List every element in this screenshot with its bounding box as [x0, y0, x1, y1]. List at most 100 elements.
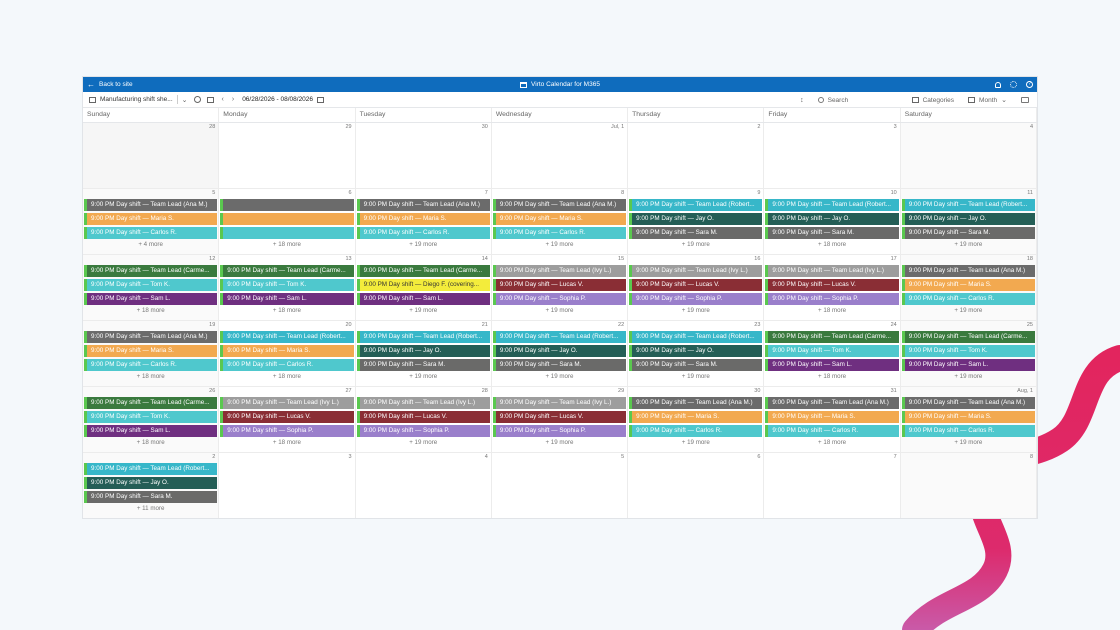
event-bar[interactable]: 9:00 PM Day shift — Carlos R.	[84, 359, 218, 371]
event-bar[interactable]: 9:00 PM Day shift — Carlos R.	[765, 425, 899, 437]
event-bar[interactable]: 9:00 PM Day shift — Jay O.	[84, 477, 218, 489]
event-bar[interactable]: 9:00 PM Day shift — Sam L.	[84, 425, 218, 437]
event-bar[interactable]: 9:00 PM Day shift — Sam L.	[220, 293, 354, 305]
more-events-link[interactable]: + 18 more	[764, 307, 899, 314]
event-bar[interactable]: 9:00 PM Day shift — Jay O.	[901, 213, 1035, 225]
day-cell[interactable]: 27 9:00 PM Day shift — Team Lead (Ivy L.)…	[219, 387, 356, 453]
event-bar[interactable]: 9:00 PM Day shift — Team Lead (Ivy L.)	[765, 265, 899, 277]
event-bar[interactable]: 9:00 PM Day shift — Lucas V.	[220, 411, 354, 423]
event-bar[interactable]: 9:00 PM Day shift — Jay O.	[629, 213, 763, 225]
event-bar[interactable]: 9:00 PM Day shift — Team Lead (Ana M.)	[765, 397, 899, 409]
more-events-link[interactable]: + 19 more	[628, 373, 763, 380]
more-events-link[interactable]: + 19 more	[356, 307, 491, 314]
day-cell[interactable]: 18 9:00 PM Day shift — Team Lead (Ana M.)…	[900, 255, 1037, 321]
event-bar[interactable]: 9:00 PM Day shift — Sam L.	[356, 293, 490, 305]
event-bar[interactable]: 9:00 PM Day shift — Lucas V.	[765, 279, 899, 291]
event-bar[interactable]: 9:00 PM Day shift — Carlos R.	[901, 425, 1035, 437]
event-bar[interactable]: 9:00 PM Day shift — Carlos R.	[84, 227, 218, 239]
event-bar[interactable]: 9:00 PM Day shift — Jay O.	[356, 345, 490, 357]
more-events-link[interactable]: + 11 more	[83, 505, 218, 512]
print-icon[interactable]	[1021, 97, 1029, 103]
event-bar[interactable]: 9:00 PM Day shift — Diego F. (covering..…	[356, 279, 490, 291]
day-cell[interactable]: 2 9:00 PM Day shift — Team Lead (Robert..…	[83, 453, 220, 518]
more-events-link[interactable]: + 19 more	[492, 241, 627, 248]
event-bar[interactable]	[220, 227, 354, 239]
event-bar[interactable]: 9:00 PM Day shift — Team Lead (Robert...	[492, 331, 627, 343]
search-input[interactable]: Search	[817, 97, 898, 104]
event-bar[interactable]	[220, 213, 354, 225]
day-cell[interactable]: 6 + 18 more	[219, 189, 356, 255]
day-cell[interactable]: 12 9:00 PM Day shift — Team Lead (Carme..…	[83, 255, 220, 321]
day-cell[interactable]: 17 9:00 PM Day shift — Team Lead (Ivy L.)…	[764, 255, 901, 321]
resize-icon[interactable]: ↕	[800, 97, 804, 104]
day-cell[interactable]: 30	[355, 123, 492, 189]
day-cell[interactable]: 13 9:00 PM Day shift — Team Lead (Carme..…	[219, 255, 356, 321]
event-bar[interactable]: 9:00 PM Day shift — Sam L.	[901, 359, 1035, 371]
more-events-link[interactable]: + 19 more	[492, 439, 627, 446]
more-events-link[interactable]: + 19 more	[492, 307, 627, 314]
more-events-link[interactable]: + 19 more	[492, 373, 627, 380]
event-bar[interactable]: 9:00 PM Day shift — Team Lead (Ana M.)	[901, 397, 1035, 409]
event-bar[interactable]: 9:00 PM Day shift — Jay O.	[492, 345, 627, 357]
day-cell[interactable]: 20 9:00 PM Day shift — Team Lead (Robert.…	[219, 321, 356, 387]
event-bar[interactable]: 9:00 PM Day shift — Sara M.	[492, 359, 627, 371]
day-cell[interactable]: 25 9:00 PM Day shift — Team Lead (Carme..…	[900, 321, 1037, 387]
day-cell[interactable]: 14 9:00 PM Day shift — Team Lead (Carme..…	[355, 255, 492, 321]
calendar-selector[interactable]: Manufacturing shift she...	[89, 96, 173, 103]
event-bar[interactable]: 9:00 PM Day shift — Sara M.	[629, 227, 763, 239]
event-bar[interactable]: 9:00 PM Day shift — Team Lead (Carme...	[901, 331, 1035, 343]
more-events-link[interactable]: + 18 more	[764, 241, 899, 248]
day-cell[interactable]: 23 9:00 PM Day shift — Team Lead (Robert.…	[628, 321, 765, 387]
refresh-icon[interactable]	[193, 96, 201, 103]
event-bar[interactable]: 9:00 PM Day shift — Carlos R.	[220, 359, 354, 371]
more-events-link[interactable]: + 19 more	[628, 307, 763, 314]
day-cell[interactable]: 22 9:00 PM Day shift — Team Lead (Robert.…	[491, 321, 629, 387]
event-bar[interactable]: 9:00 PM Day shift — Lucas V.	[356, 411, 490, 423]
event-bar[interactable]: 9:00 PM Day shift — Sam L.	[765, 359, 899, 371]
event-bar[interactable]: 9:00 PM Day shift — Maria S.	[901, 279, 1035, 291]
day-cell[interactable]: 28 9:00 PM Day shift — Team Lead (Ivy L.)…	[355, 387, 492, 453]
event-bar[interactable]: 9:00 PM Day shift — Carlos R.	[356, 227, 490, 239]
more-events-link[interactable]: + 19 more	[901, 373, 1036, 380]
view-selector[interactable]: Month ⌄	[968, 96, 1007, 104]
more-events-link[interactable]: + 19 more	[356, 373, 491, 380]
more-events-link[interactable]: + 18 more	[83, 307, 218, 314]
more-events-link[interactable]: + 19 more	[628, 439, 763, 446]
event-bar[interactable]: 9:00 PM Day shift — Tom K.	[901, 345, 1035, 357]
event-bar[interactable]: 9:00 PM Day shift — Team Lead (Ivy L.)	[492, 265, 627, 277]
event-bar[interactable]: 9:00 PM Day shift — Team Lead (Ana M.)	[84, 199, 218, 211]
more-events-link[interactable]: + 18 more	[83, 373, 218, 380]
event-bar[interactable]: 9:00 PM Day shift — Lucas V.	[492, 411, 627, 423]
help-icon[interactable]: ?	[1026, 81, 1033, 88]
event-bar[interactable]: 9:00 PM Day shift — Team Lead (Ana M.)	[629, 397, 763, 409]
day-cell[interactable]: 5	[492, 453, 629, 518]
event-bar[interactable]: 9:00 PM Day shift — Team Lead (Carme...	[765, 331, 899, 343]
event-bar[interactable]: 9:00 PM Day shift — Jay O.	[629, 345, 763, 357]
event-bar[interactable]: 9:00 PM Day shift — Sophia P.	[220, 425, 354, 437]
event-bar[interactable]: 9:00 PM Day shift — Sara M.	[765, 227, 899, 239]
day-cell[interactable]: 19 9:00 PM Day shift — Team Lead (Ana M.)…	[83, 321, 220, 387]
event-bar[interactable]: 9:00 PM Day shift — Team Lead (Ana M.)	[492, 199, 627, 211]
event-bar[interactable]: 9:00 PM Day shift — Sara M.	[84, 491, 218, 503]
event-bar[interactable]: 9:00 PM Day shift — Maria S.	[356, 213, 490, 225]
day-cell[interactable]: 29 9:00 PM Day shift — Team Lead (Ivy L.)…	[491, 387, 629, 453]
event-bar[interactable]: 9:00 PM Day shift — Sophia P.	[492, 293, 627, 305]
event-bar[interactable]: 9:00 PM Day shift — Team Lead (Ana M.)	[356, 199, 490, 211]
event-bar[interactable]: 9:00 PM Day shift — Sam L.	[84, 293, 218, 305]
day-cell[interactable]: 8	[900, 453, 1037, 518]
event-bar[interactable]	[220, 199, 354, 211]
day-cell[interactable]: 24 9:00 PM Day shift — Team Lead (Carme..…	[764, 321, 901, 387]
day-cell[interactable]: 29	[219, 123, 356, 189]
event-bar[interactable]: 9:00 PM Day shift — Team Lead (Carme...	[84, 397, 218, 409]
back-to-site-link[interactable]: ← Back to site	[87, 80, 133, 89]
more-events-link[interactable]: + 18 more	[219, 373, 354, 380]
event-bar[interactable]: 9:00 PM Day shift — Team Lead (Ivy L.)	[220, 397, 354, 409]
event-bar[interactable]: 9:00 PM Day shift — Carlos R.	[901, 293, 1035, 305]
event-bar[interactable]: 9:00 PM Day shift — Team Lead (Ivy L.)	[356, 397, 490, 409]
event-bar[interactable]: 9:00 PM Day shift — Sara M.	[901, 227, 1035, 239]
event-bar[interactable]: 9:00 PM Day shift — Maria S.	[901, 411, 1035, 423]
more-events-link[interactable]: + 18 more	[764, 373, 899, 380]
event-bar[interactable]: 9:00 PM Day shift — Maria S.	[84, 345, 218, 357]
event-bar[interactable]: 9:00 PM Day shift — Team Lead (Ana M.)	[901, 265, 1035, 277]
day-cell[interactable]: 15 9:00 PM Day shift — Team Lead (Ivy L.)…	[491, 255, 629, 321]
